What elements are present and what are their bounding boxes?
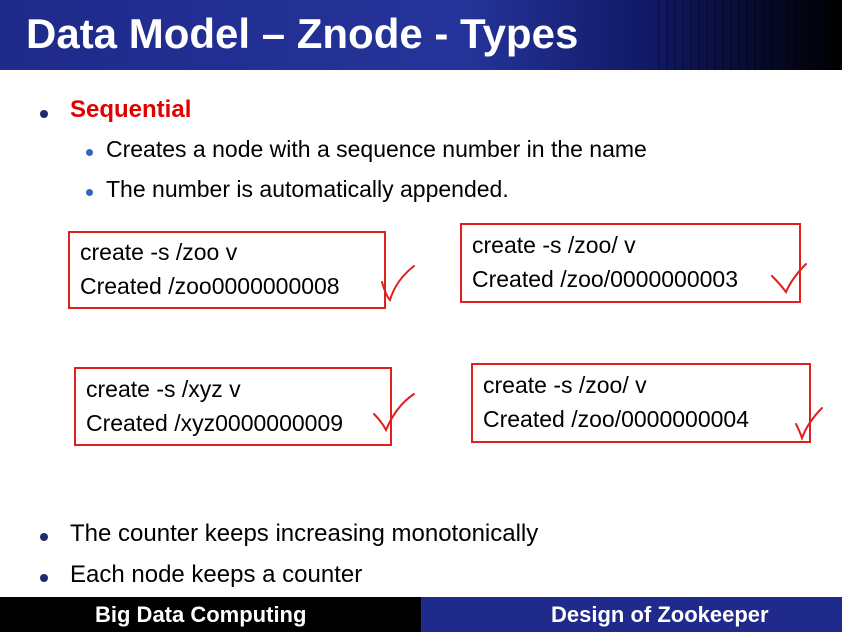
title-bar: Data Model – Znode - Types — [0, 0, 842, 70]
sub-bullet-dot — [86, 189, 93, 196]
code-box: create -s /zoo/ v Created /zoo/000000000… — [460, 223, 801, 303]
bullet-dot — [40, 110, 48, 118]
footer-right-text: Design of Zookeeper — [551, 602, 769, 627]
bullet-dot — [40, 574, 48, 582]
bullet-text: Each node keeps a counter — [70, 561, 363, 588]
checkmark-icon — [771, 263, 807, 294]
title-bar-shade — [652, 0, 842, 70]
checkmark-icon — [381, 265, 415, 302]
bullet-text: The counter keeps increasing monotonical… — [70, 520, 539, 547]
command-line: create -s /zoo/ v — [483, 372, 647, 398]
sub-bullet-dot — [86, 149, 93, 156]
command-line: create -s /zoo v — [80, 239, 238, 265]
result-line: Created /xyz0000000009 — [86, 410, 344, 436]
sequential-heading: Sequential — [70, 96, 192, 123]
footer-right: Design of Zookeeper — [421, 597, 842, 632]
footer-left: Big Data Computing — [0, 597, 421, 632]
command-line: create -s /xyz v — [86, 376, 241, 402]
code-box: create -s /xyz v Created /xyz0000000009 — [74, 367, 392, 446]
command-line: create -s /zoo/ v — [472, 232, 636, 258]
checkmark-icon — [373, 393, 415, 433]
result-line: Created /zoo0000000008 — [80, 273, 340, 299]
sub-bullet-text: Creates a node with a sequence number in… — [106, 136, 647, 162]
checkmark-icon — [795, 407, 823, 441]
slide-title: Data Model – Znode - Types — [26, 10, 579, 57]
footer-left-text: Big Data Computing — [95, 602, 307, 627]
bullet-dot — [40, 533, 48, 541]
sub-bullet-text: The number is automatically appended. — [106, 176, 509, 202]
result-line: Created /zoo/0000000003 — [472, 266, 738, 292]
result-line: Created /zoo/0000000004 — [483, 406, 749, 432]
code-box: create -s /zoo/ v Created /zoo/000000000… — [471, 363, 811, 443]
code-box: create -s /zoo v Created /zoo0000000008 — [68, 231, 386, 309]
